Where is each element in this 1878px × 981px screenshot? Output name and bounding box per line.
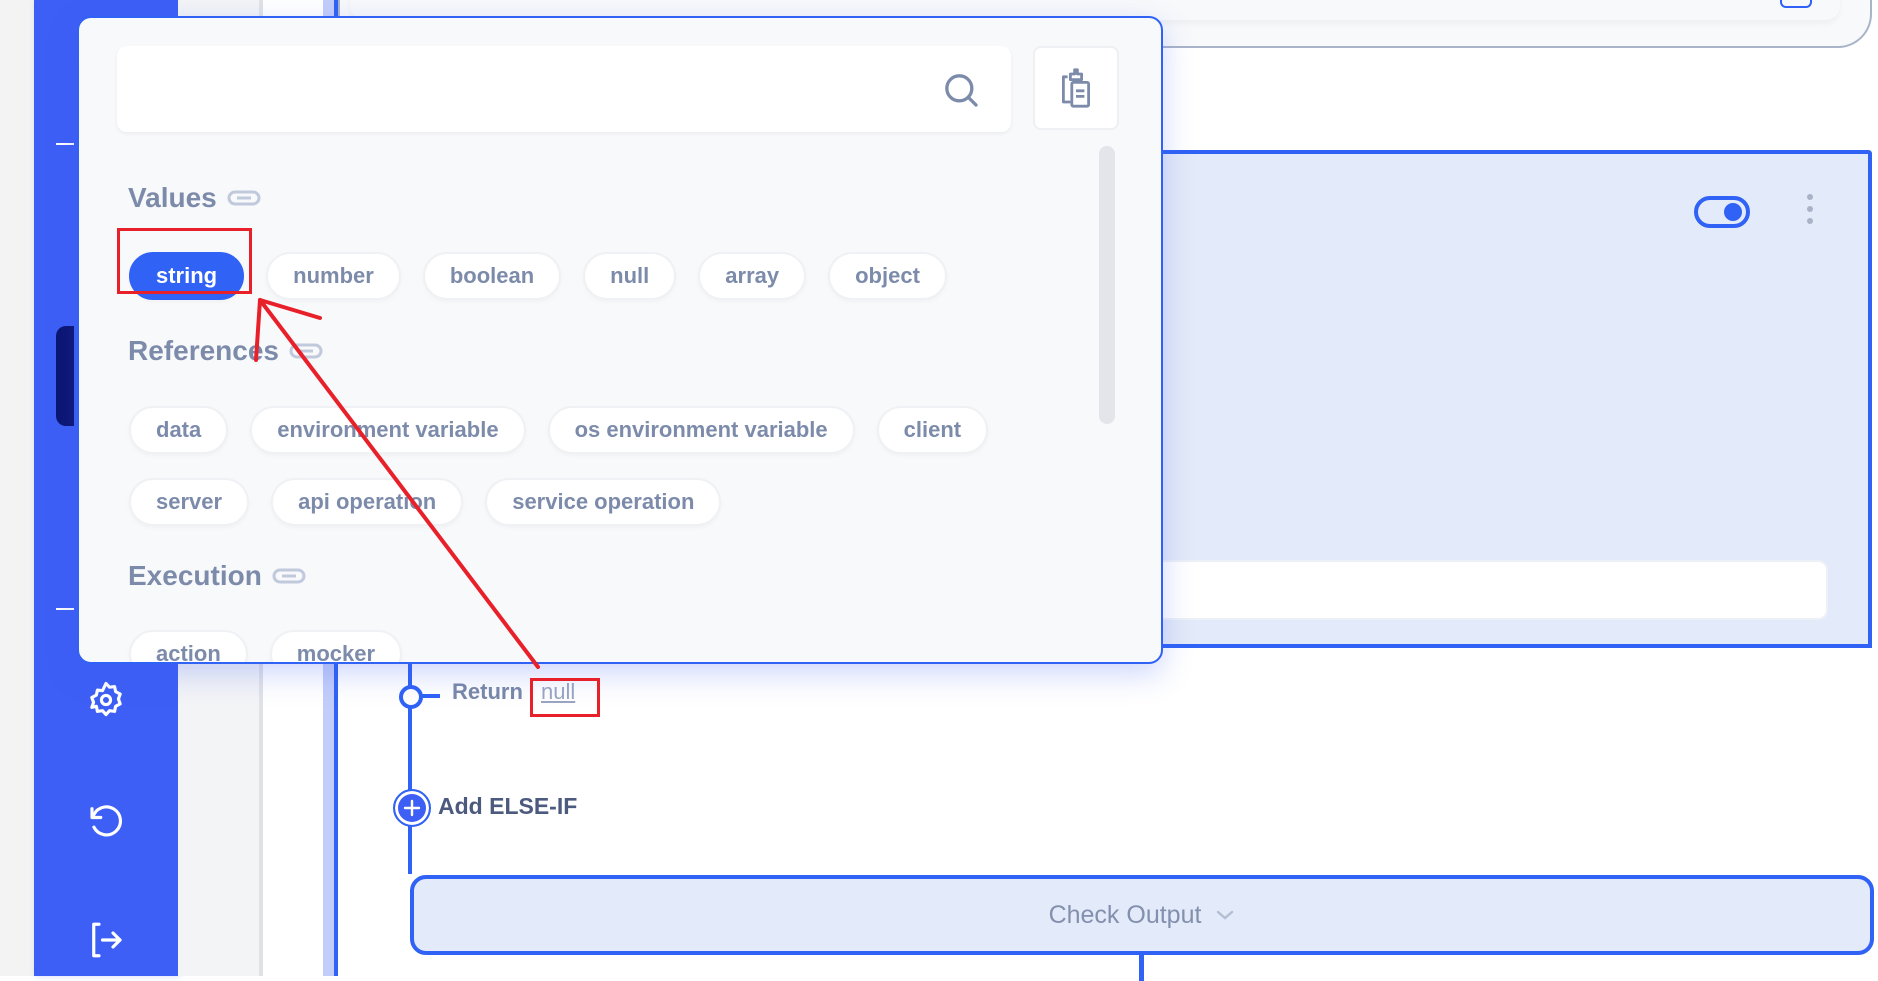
chip-null[interactable]: null (583, 252, 677, 300)
search-icon[interactable] (941, 70, 981, 110)
chip-service-operation[interactable]: service operation (485, 478, 722, 526)
references-chip-row: data environment variable os environment… (129, 406, 989, 454)
search-box (117, 46, 1011, 132)
condition-enable-toggle[interactable] (1694, 196, 1750, 228)
logout-icon (92, 922, 122, 958)
chip-mocker[interactable]: mocker (269, 630, 403, 662)
paste-button[interactable] (1033, 46, 1119, 130)
more-options-icon[interactable] (1804, 194, 1816, 224)
chip-number[interactable]: number (266, 252, 401, 300)
add-elseif-button[interactable] (393, 789, 431, 827)
link-icon[interactable] (289, 342, 323, 360)
check-output-button[interactable]: Check Output (410, 875, 1874, 955)
chip-client[interactable]: client (876, 406, 989, 454)
value-type-picker-popup: Values string number boolean null array … (77, 16, 1163, 664)
sidebar-item-logout[interactable] (84, 918, 128, 962)
check-output-label: Check Output (1048, 900, 1202, 929)
chip-string[interactable]: string (129, 252, 245, 300)
return-connector (422, 694, 440, 698)
link-icon[interactable] (227, 189, 261, 207)
link-icon[interactable] (272, 567, 306, 585)
section-title-values: Values (128, 182, 261, 214)
chip-object[interactable]: object (828, 252, 947, 300)
section-title-execution: Execution (128, 560, 306, 592)
chip-server[interactable]: server (129, 478, 250, 526)
chip-environment-variable[interactable]: environment variable (250, 406, 526, 454)
chip-api-operation[interactable]: api operation (271, 478, 464, 526)
left-gutter (0, 0, 34, 976)
sidebar-item-settings[interactable] (84, 678, 128, 722)
section-title-text: Values (128, 182, 217, 213)
section-title-text: References (128, 335, 279, 366)
chip-os-environment-variable[interactable]: os environment variable (547, 406, 855, 454)
section-title-text: Execution (128, 560, 262, 591)
gear-icon (90, 681, 122, 717)
return-node-icon (399, 685, 423, 709)
popup-content: Values string number boolean null array … (79, 144, 1159, 662)
plus-icon (403, 799, 421, 817)
toggle-knob (1724, 203, 1742, 221)
execution-chip-row: action mocker (129, 630, 403, 662)
flow-connector-line (408, 640, 412, 874)
return-value-link[interactable]: null (541, 679, 575, 705)
sidebar-divider (56, 143, 74, 145)
section-title-references: References (128, 335, 323, 367)
search-input[interactable] (117, 46, 947, 132)
chevron-down-icon (1217, 910, 1234, 920)
references-chip-row: server api operation service operation (129, 478, 722, 526)
chip-action[interactable]: action (129, 630, 248, 662)
chip-data[interactable]: data (129, 406, 229, 454)
return-label: Return (452, 679, 523, 704)
sidebar-divider (56, 608, 74, 610)
sidebar-item-revert[interactable] (84, 799, 128, 843)
sidebar-active-indicator (56, 326, 74, 426)
flow-connector-line (1139, 951, 1144, 981)
values-chip-row: string number boolean null array object (129, 252, 947, 300)
clipboard-icon (1062, 68, 1090, 108)
chip-boolean[interactable]: boolean (422, 252, 562, 300)
add-elseif-label[interactable]: Add ELSE-IF (438, 793, 577, 820)
history-icon (90, 805, 122, 837)
previous-step-toggle[interactable] (1780, 0, 1812, 8)
chip-array[interactable]: array (698, 252, 807, 300)
